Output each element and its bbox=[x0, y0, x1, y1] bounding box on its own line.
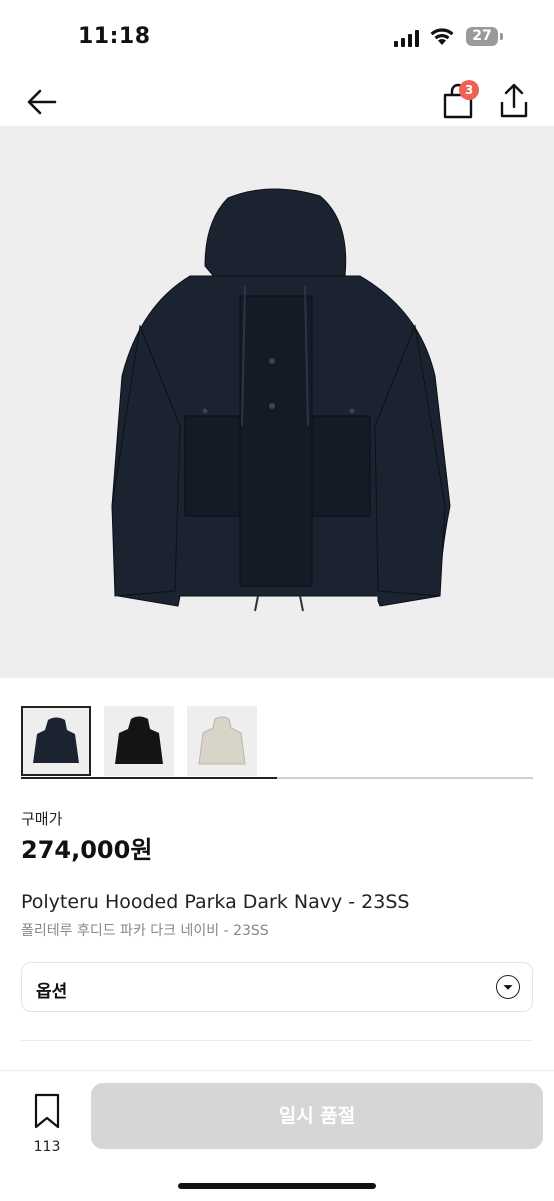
home-indicator bbox=[178, 1183, 376, 1189]
price-value: 274,000원 bbox=[21, 836, 153, 864]
thumb-black[interactable] bbox=[104, 706, 174, 776]
back-arrow-icon[interactable] bbox=[22, 82, 62, 122]
cart-count-badge: 3 bbox=[459, 80, 479, 100]
image-carousel-progress bbox=[21, 777, 533, 779]
cellular-signal-icon bbox=[394, 30, 420, 47]
product-name-english: Polyteru Hooded Parka Dark Navy - 23SS bbox=[21, 891, 410, 913]
chevron-down-icon bbox=[496, 975, 520, 999]
wifi-icon bbox=[430, 28, 454, 45]
thumb-dark-navy[interactable] bbox=[21, 706, 91, 776]
parka-image bbox=[111, 188, 451, 612]
option-label: 옵션 bbox=[36, 982, 68, 1002]
bottom-action-bar: 113 일시 품절 bbox=[0, 1070, 554, 1201]
sold-out-button[interactable]: 일시 품절 bbox=[91, 1083, 543, 1149]
battery-cap bbox=[500, 33, 503, 40]
thumb-dark-navy-image bbox=[33, 717, 79, 763]
share-icon[interactable] bbox=[494, 80, 534, 124]
option-select[interactable]: 옵션 bbox=[21, 962, 533, 1012]
price-label: 구매가 bbox=[21, 810, 63, 828]
battery-icon: 27 bbox=[466, 27, 498, 46]
product-name-korean: 폴리테루 후디드 파카 다크 네이비 - 23SS bbox=[21, 923, 269, 939]
bookmark-button[interactable]: 113 bbox=[22, 1091, 72, 1155]
thumb-ivory[interactable] bbox=[187, 706, 257, 776]
product-image[interactable] bbox=[0, 126, 554, 779]
bookmark-count: 113 bbox=[33, 1139, 61, 1155]
thumb-black-image bbox=[115, 716, 163, 764]
bookmark-icon bbox=[34, 1093, 60, 1129]
thumb-ivory-image bbox=[198, 716, 246, 765]
section-divider bbox=[21, 1040, 533, 1041]
status-bar: 11:18 27 bbox=[0, 0, 554, 76]
status-time: 11:18 bbox=[78, 24, 151, 49]
